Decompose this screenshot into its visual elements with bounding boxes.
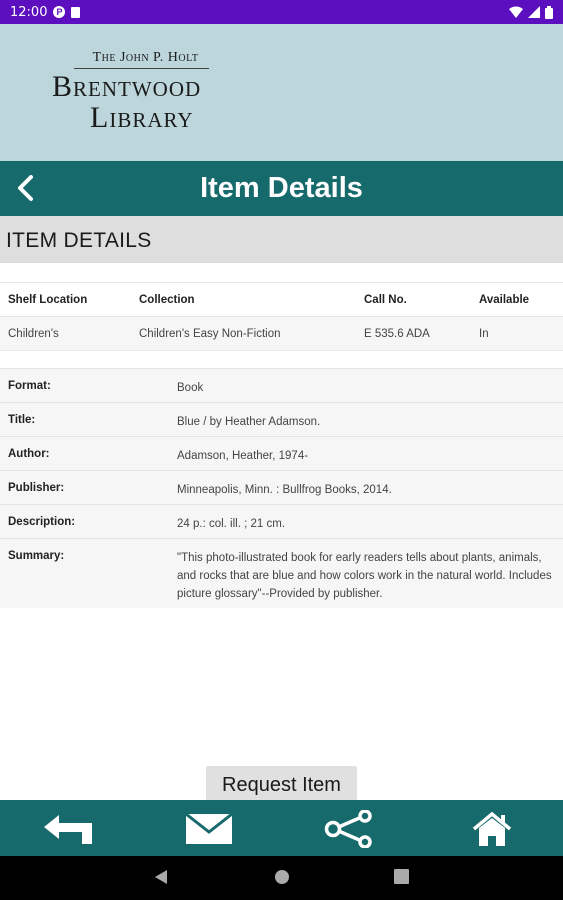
sd-card-icon	[71, 6, 81, 18]
detail-value: Adamson, Heather, 1974-	[169, 436, 563, 471]
nav-home-button[interactable]	[274, 869, 290, 890]
detail-label: Summary:	[0, 538, 169, 608]
detail-row-description: Description: 24 p.: col. ill. ; 21 cm.	[0, 504, 563, 539]
detail-row-format: Format: Book	[0, 368, 563, 403]
detail-value: Book	[169, 368, 563, 403]
screen: 12:00 P The John P. Holt Brentwood Libra…	[0, 0, 563, 900]
home-icon	[472, 811, 512, 846]
chevron-left-icon	[18, 175, 33, 201]
details-table: Format: Book Title: Blue / by Heather Ad…	[0, 368, 563, 608]
col-shelf-location: Shelf Location	[0, 282, 131, 317]
col-available: Available	[471, 282, 563, 317]
circle-home-icon	[275, 870, 289, 884]
back-button[interactable]	[12, 173, 42, 203]
detail-label: Description:	[0, 504, 169, 539]
detail-row-summary: Summary: "This photo-illustrated book fo…	[0, 538, 563, 608]
status-right-icons	[509, 5, 553, 19]
holdings-header-row: Shelf Location Collection Call No. Avail…	[0, 282, 563, 317]
request-item-button[interactable]: Request Item	[206, 766, 357, 802]
system-nav-bar	[0, 856, 563, 900]
detail-row-title: Title: Blue / by Heather Adamson.	[0, 402, 563, 437]
detail-label: Title:	[0, 402, 169, 437]
table-row: Children's Children's Easy Non-Fiction E…	[0, 316, 563, 351]
detail-label: Format:	[0, 368, 169, 403]
reply-icon	[44, 815, 92, 844]
nav-back-button[interactable]	[154, 869, 168, 890]
share-icon	[324, 810, 372, 848]
home-button[interactable]	[464, 810, 520, 848]
triangle-back-icon	[155, 870, 167, 884]
bottom-toolbar	[0, 800, 563, 856]
detail-label: Publisher:	[0, 470, 169, 505]
detail-value: 24 p.: col. ill. ; 21 cm.	[169, 504, 563, 539]
section-heading: ITEM DETAILS	[0, 216, 563, 263]
holdings-table: Shelf Location Collection Call No. Avail…	[0, 282, 563, 351]
page-title: Item Details	[200, 172, 363, 204]
battery-icon	[545, 5, 553, 19]
detail-row-publisher: Publisher: Minneapolis, Minn. : Bullfrog…	[0, 470, 563, 505]
email-button[interactable]	[181, 810, 237, 848]
detail-value: Minneapolis, Minn. : Bullfrog Books, 201…	[169, 470, 563, 505]
cell-call-no: E 535.6 ADA	[356, 316, 471, 351]
signal-icon	[528, 6, 540, 18]
library-logo: The John P. Holt Brentwood Library	[52, 50, 227, 133]
cell-available: In	[471, 316, 563, 351]
wifi-icon	[509, 6, 523, 18]
status-time: 12:00	[10, 4, 48, 20]
library-banner: The John P. Holt Brentwood Library	[0, 24, 563, 161]
status-bar: 12:00 P	[0, 0, 563, 24]
mail-icon	[185, 813, 233, 844]
logo-line2: Library	[90, 101, 194, 134]
col-call-no: Call No.	[356, 282, 471, 317]
cell-collection: Children's Easy Non-Fiction	[131, 316, 356, 351]
detail-value: Blue / by Heather Adamson.	[169, 402, 563, 437]
reply-button[interactable]	[40, 810, 96, 848]
notification-p-icon: P	[53, 6, 66, 18]
share-button[interactable]	[322, 810, 378, 848]
detail-value: "This photo-illustrated book for early r…	[169, 538, 563, 608]
detail-row-author: Author: Adamson, Heather, 1974-	[0, 436, 563, 471]
logo-line1: Brentwood	[52, 70, 202, 103]
title-bar: Item Details	[0, 161, 563, 216]
col-collection: Collection	[131, 282, 356, 317]
nav-recents-button[interactable]	[394, 869, 409, 889]
detail-label: Author:	[0, 436, 169, 471]
square-recents-icon	[394, 869, 409, 884]
cell-shelf-location: Children's	[0, 316, 131, 351]
logo-small-text: The John P. Holt	[74, 50, 209, 69]
